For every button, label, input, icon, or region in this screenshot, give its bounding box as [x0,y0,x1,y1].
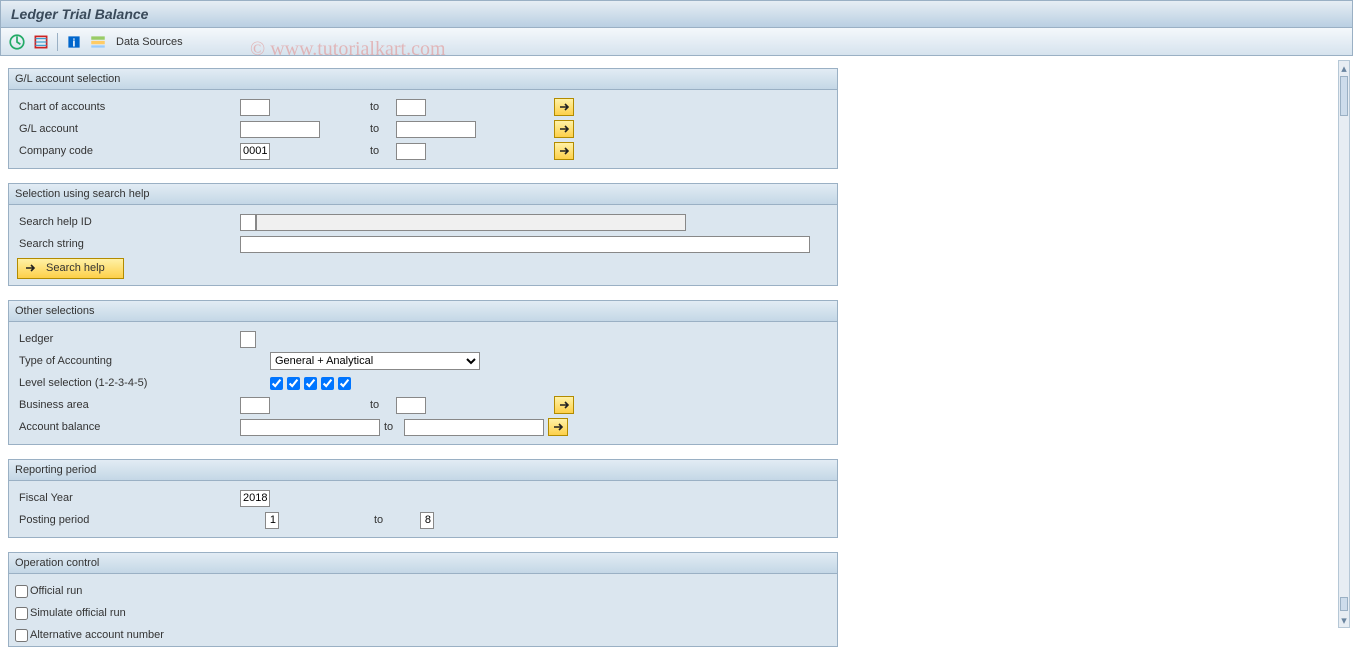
label-level-selection: Level selection (1-2-3-4-5) [15,377,270,389]
dynamic-selections-icon[interactable] [88,32,108,52]
multiple-selection-gl-icon[interactable] [554,120,574,138]
label-search-string: Search string [15,238,240,250]
label-fiscal-year: Fiscal Year [15,492,240,504]
label-gl-account: G/L account [15,123,240,135]
execute-icon[interactable] [7,32,27,52]
label-search-help-id: Search help ID [15,216,240,228]
data-sources-button[interactable]: Data Sources [112,34,187,50]
business-area-to[interactable] [396,397,426,414]
label-business-area: Business area [15,399,240,411]
svg-text:i: i [72,37,75,49]
multiple-selection-cc-icon[interactable] [554,142,574,160]
posting-period-from[interactable] [265,512,279,529]
selection-options-icon[interactable]: i [64,32,84,52]
to-label: to [370,145,386,157]
chart-of-accounts-from[interactable] [240,99,270,116]
to-label: to [370,123,386,135]
scroll-down-icon[interactable]: ▾ [1339,613,1349,627]
official-run-checkbox[interactable] [15,585,28,598]
group-reporting-period: Reporting period Fiscal Year Posting per… [8,459,838,538]
posting-period-to[interactable] [420,512,434,529]
vertical-scrollbar[interactable]: ▴ ▾ [1338,60,1350,628]
group-title-period: Reporting period [9,460,837,481]
app-title: Ledger Trial Balance [11,6,148,22]
level-3-checkbox[interactable] [304,377,317,390]
group-title-other: Other selections [9,301,837,322]
search-help-id-key[interactable] [240,214,256,231]
search-help-id-text[interactable] [256,214,686,231]
ledger-input[interactable] [240,331,256,348]
group-gl-selection: G/L account selection Chart of accounts … [8,68,838,169]
account-balance-from[interactable] [240,419,380,436]
to-label: to [370,399,386,411]
search-string-input[interactable] [240,236,810,253]
gl-account-from[interactable] [240,121,320,138]
group-title-gl: G/L account selection [9,69,837,90]
group-operation-control: Operation control Official run Simulate … [8,552,838,647]
label-account-balance: Account balance [15,421,240,433]
title-bar: Ledger Trial Balance [0,0,1353,28]
group-other: Other selections Ledger Type of Accounti… [8,300,838,445]
search-help-button[interactable]: Search help [17,258,124,279]
company-code-from[interactable] [240,143,270,160]
business-area-from[interactable] [240,397,270,414]
type-accounting-select[interactable]: General + Analytical [270,352,480,370]
label-chart-of-accounts: Chart of accounts [15,101,240,113]
simulate-run-checkbox[interactable] [15,607,28,620]
get-variant-icon[interactable] [31,32,51,52]
account-balance-to[interactable] [404,419,544,436]
chart-of-accounts-to[interactable] [396,99,426,116]
label-type-accounting: Type of Accounting [15,355,270,367]
group-title-search: Selection using search help [9,184,837,205]
level-4-checkbox[interactable] [321,377,334,390]
to-label: to [370,101,386,113]
label-ledger: Ledger [15,333,240,345]
multiple-selection-ba-icon[interactable] [554,396,574,414]
gl-account-to[interactable] [396,121,476,138]
group-search-help: Selection using search help Search help … [8,183,838,286]
multiple-selection-ab-icon[interactable] [548,418,568,436]
label-posting-period: Posting period [15,514,265,526]
fiscal-year-input[interactable] [240,490,270,507]
to-label: to [384,421,400,433]
label-company-code: Company code [15,145,240,157]
multiple-selection-coa-icon[interactable] [554,98,574,116]
toolbar: i Data Sources [0,28,1353,56]
level-2-checkbox[interactable] [287,377,300,390]
company-code-to[interactable] [396,143,426,160]
scroll-thumb[interactable] [1340,76,1348,116]
toolbar-separator [57,33,58,51]
level-5-checkbox[interactable] [338,377,351,390]
alt-account-checkbox[interactable] [15,629,28,642]
scroll-thumb-bottom[interactable] [1340,597,1348,611]
label-simulate-run: Simulate official run [30,607,126,619]
label-official-run: Official run [30,585,82,597]
label-alt-account: Alternative account number [30,629,164,641]
scroll-up-icon[interactable]: ▴ [1339,61,1349,75]
level-1-checkbox[interactable] [270,377,283,390]
to-label: to [374,514,390,526]
group-title-opctrl: Operation control [9,553,837,574]
search-help-button-label: Search help [46,262,105,274]
